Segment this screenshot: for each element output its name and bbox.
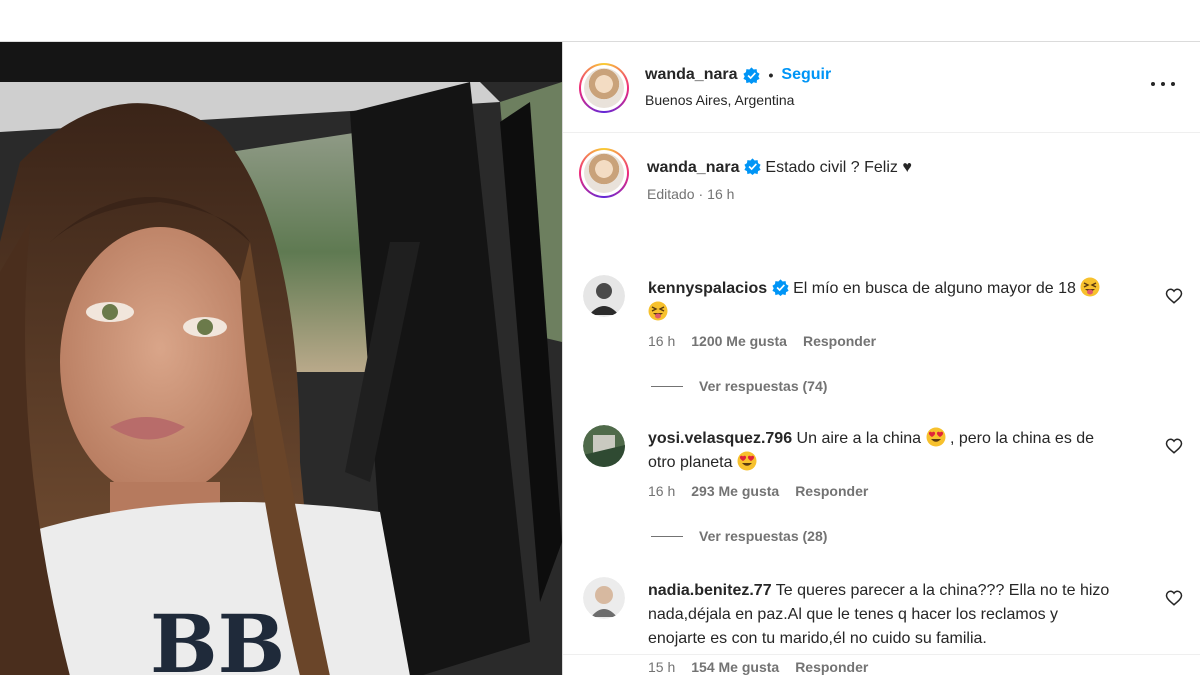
- post-side-panel: wanda_nara • Seguir Buenos Aires, Argent…: [562, 42, 1200, 675]
- caption-row: wanda_nara Estado civil ? Feliz ♥ Editad…: [579, 148, 1183, 214]
- more-options-icon[interactable]: [1151, 74, 1175, 94]
- view-replies-label: Ver respuestas (74): [699, 378, 828, 394]
- follow-button[interactable]: Seguir: [781, 66, 831, 84]
- comment-text-line: nada,déjala en paz.Al que le tenes q hac…: [648, 606, 1059, 623]
- comment-text-block: nadia.benitez.77 Te queres parecer a la …: [648, 579, 1168, 651]
- reply-button[interactable]: Responder: [795, 483, 868, 499]
- comment-text-line: Te queres parecer a la china??? Ella no …: [775, 582, 1110, 599]
- post-modal: BB wanda_nara • Seguir Buenos Aires, Arg…: [0, 41, 1200, 675]
- comment-likes[interactable]: 293 Me gusta: [691, 483, 779, 499]
- caption-text-block: wanda_nara Estado civil ? Feliz ♥: [647, 156, 1147, 180]
- caption-author-avatar[interactable]: [579, 148, 629, 198]
- author-avatar[interactable]: [579, 63, 629, 113]
- post-photo[interactable]: BB: [0, 42, 562, 675]
- reply-button[interactable]: Responder: [803, 333, 876, 349]
- caption-meta: Editado · 16 h: [647, 186, 735, 202]
- comment-text-block: kennyspalacios El mío en busca de alguno…: [648, 277, 1118, 325]
- view-replies-button[interactable]: Ver respuestas (28): [651, 528, 827, 544]
- comment-text-part: , pero la china es de: [949, 430, 1095, 447]
- comment-meta: 16 h 293 Me gusta Responder: [648, 483, 868, 499]
- squinting-tongue-emoji: [1080, 277, 1100, 297]
- reply-button[interactable]: Responder: [795, 659, 868, 675]
- comment-text-part: Un aire a la china: [796, 430, 922, 447]
- comment-username[interactable]: nadia.benitez.77: [648, 582, 772, 599]
- caption-username[interactable]: wanda_nara: [647, 159, 739, 176]
- separator-dot: •: [768, 67, 774, 83]
- comment-username[interactable]: kennyspalacios: [648, 280, 767, 297]
- comment-likes[interactable]: 154 Me gusta: [691, 659, 779, 675]
- header-user-line: wanda_nara • Seguir: [645, 66, 831, 84]
- comment-time[interactable]: 16 h: [648, 483, 675, 499]
- commenter-avatar[interactable]: [583, 577, 625, 619]
- comment-item: yosi.velasquez.796 Un aire a la china , …: [583, 425, 1183, 545]
- view-replies-label: Ver respuestas (28): [699, 528, 828, 544]
- comment-text-block: yosi.velasquez.796 Un aire a la china , …: [648, 427, 1148, 475]
- comment-time[interactable]: 16 h: [648, 333, 675, 349]
- verified-badge-icon: [772, 279, 789, 296]
- heart-icon[interactable]: [1165, 287, 1183, 305]
- squinting-tongue-emoji: [648, 301, 668, 321]
- selfie-image: BB: [0, 42, 562, 675]
- caption-time[interactable]: 16 h: [707, 186, 734, 202]
- comment-username[interactable]: yosi.velasquez.796: [648, 430, 792, 447]
- verified-badge-icon: [743, 66, 761, 84]
- comment-text-line: enojarte es con tu marido,él no cuido su…: [648, 630, 987, 647]
- comment-item: nadia.benitez.77 Te queres parecer a la …: [583, 577, 1183, 675]
- author-username[interactable]: wanda_nara: [645, 66, 737, 84]
- post-location[interactable]: Buenos Aires, Argentina: [645, 92, 794, 108]
- comments-list: wanda_nara Estado civil ? Feliz ♥ Editad…: [563, 134, 1200, 675]
- comment-text: El mío en busca de alguno mayor de 18: [793, 280, 1076, 297]
- actions-divider: [563, 654, 1200, 655]
- view-replies-button[interactable]: Ver respuestas (74): [651, 378, 827, 394]
- comment-likes[interactable]: 1200 Me gusta: [691, 333, 787, 349]
- caption-text: Estado civil ? Feliz ♥: [765, 159, 912, 176]
- comment-text-part: otro planeta: [648, 454, 733, 471]
- comment-item: kennyspalacios El mío en busca de alguno…: [583, 275, 1183, 395]
- heart-icon[interactable]: [1165, 437, 1183, 455]
- svg-text:BB: BB: [150, 597, 285, 675]
- commenter-avatar[interactable]: [583, 275, 625, 317]
- comment-meta: 16 h 1200 Me gusta Responder: [648, 333, 876, 349]
- heart-eyes-emoji: [737, 451, 757, 471]
- post-header: wanda_nara • Seguir Buenos Aires, Argent…: [563, 42, 1200, 133]
- heart-eyes-emoji: [926, 427, 946, 447]
- comment-meta: 15 h 154 Me gusta Responder: [648, 659, 868, 675]
- verified-badge-icon: [744, 158, 761, 175]
- commenter-avatar[interactable]: [583, 425, 625, 467]
- heart-icon[interactable]: [1165, 589, 1183, 607]
- comment-time[interactable]: 15 h: [648, 659, 675, 675]
- edited-label: Editado: [647, 186, 695, 202]
